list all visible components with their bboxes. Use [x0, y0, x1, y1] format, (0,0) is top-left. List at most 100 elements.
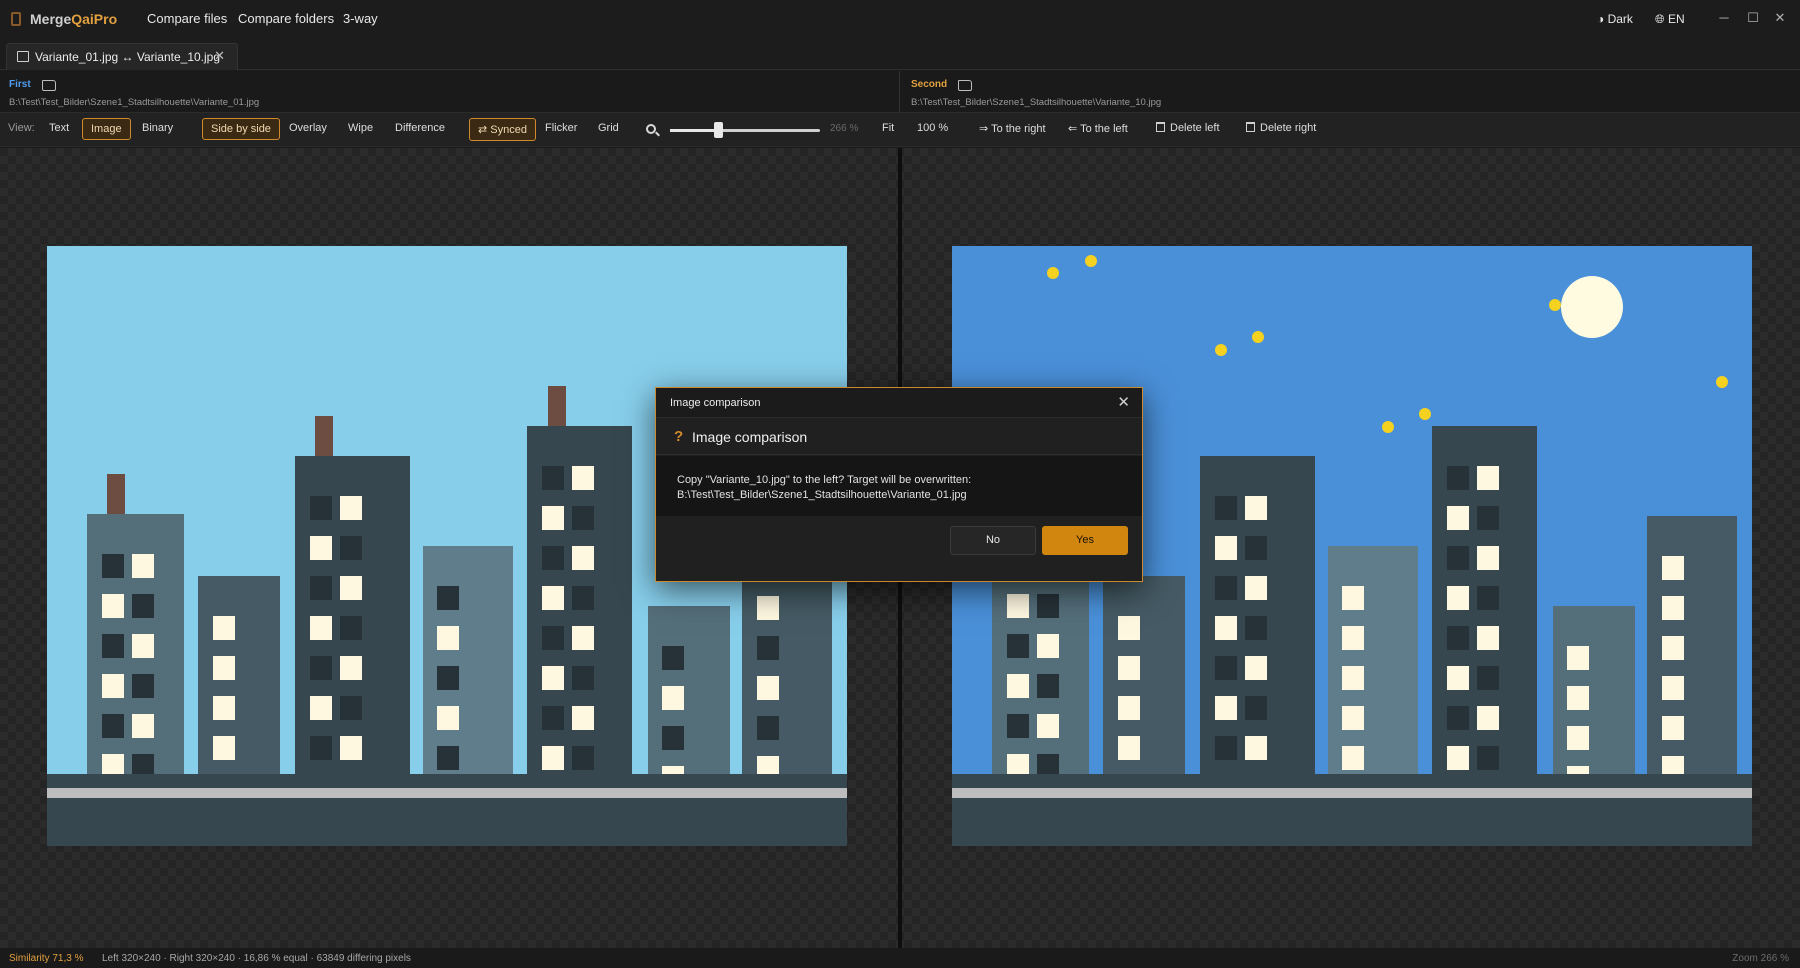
menu-compare-folders[interactable]: Compare folders — [238, 11, 334, 26]
building-window — [437, 586, 459, 610]
building-window — [1477, 586, 1499, 610]
building-window — [1037, 634, 1059, 658]
building-window — [102, 714, 124, 738]
building-window — [1342, 586, 1364, 610]
building-window — [1118, 656, 1140, 680]
status-bar: Similarity 71,3 % Left 320×240 · Right 3… — [0, 948, 1800, 968]
header-divider — [899, 71, 900, 113]
building-window — [572, 706, 594, 730]
copy-to-right-button[interactable]: ⇒ To the right — [979, 122, 1046, 135]
building-window — [1007, 674, 1029, 698]
delete-right-button[interactable]: Delete right — [1246, 122, 1316, 134]
building-window — [542, 466, 564, 490]
dialog-close-icon[interactable]: ✕ — [1117, 393, 1130, 411]
delete-right-label: Delete right — [1260, 122, 1317, 134]
zoom-status: Zoom 266 % — [1732, 953, 1789, 964]
copy-to-left-button[interactable]: ⇐ To the left — [1068, 122, 1128, 135]
building-window — [572, 586, 594, 610]
building-window — [1447, 506, 1469, 530]
building-window — [213, 736, 235, 760]
trash-icon — [1156, 122, 1165, 132]
building-window — [132, 674, 154, 698]
open-folder-icon[interactable] — [42, 80, 56, 91]
second-file-header: Second B:\Test\Test_Bilder\Szene1_Stadts… — [900, 71, 1800, 113]
no-button[interactable]: No — [950, 526, 1036, 555]
maximize-button[interactable]: ☐ — [1743, 8, 1763, 28]
yes-button[interactable]: Yes — [1042, 526, 1128, 555]
building-window — [1007, 594, 1029, 618]
flicker-button[interactable]: Flicker — [545, 122, 577, 134]
mode-text-button[interactable]: Text — [49, 122, 69, 134]
zoom-slider[interactable] — [670, 122, 820, 138]
image-comparison-dialog: Image comparison ✕ ? Image comparison Co… — [655, 387, 1143, 582]
window-close-button[interactable]: ✕ — [1770, 8, 1790, 28]
app-name: MergeQaiPro — [30, 11, 118, 27]
fit-button[interactable]: Fit — [882, 122, 894, 134]
building-window — [1662, 716, 1684, 740]
mode-binary-button[interactable]: Binary — [142, 122, 173, 134]
building-window — [1342, 706, 1364, 730]
language-selector[interactable]: 🌐︎ EN — [1655, 12, 1685, 27]
building-window — [1245, 736, 1267, 760]
menu-three-way[interactable]: 3-way — [343, 11, 378, 26]
first-path: B:\Test\Test_Bilder\Szene1_Stadtsilhouet… — [9, 97, 260, 108]
building-window — [340, 696, 362, 720]
building-window — [1477, 546, 1499, 570]
building-window — [310, 656, 332, 680]
synced-button[interactable]: ⇄ Synced — [469, 118, 536, 141]
zoom-percent-readout: 266 % — [830, 123, 859, 134]
building-window — [1342, 746, 1364, 770]
tab-close-icon[interactable]: ✕ — [214, 48, 225, 64]
comparison-tab[interactable]: Variante_01.jpg ↔ Variante_10.jpg ✕ — [6, 43, 238, 70]
building-window — [1567, 646, 1589, 670]
dialog-header: ? Image comparison — [656, 419, 1142, 455]
building-window — [340, 536, 362, 560]
building-window — [757, 716, 779, 740]
minimize-button[interactable]: ─ — [1714, 8, 1734, 28]
building-window — [1447, 466, 1469, 490]
building-window — [1447, 746, 1469, 770]
file-path-bar: First B:\Test\Test_Bilder\Szene1_Stadtsi… — [0, 71, 1800, 113]
menu-compare-files[interactable]: Compare files — [147, 11, 227, 26]
building-window — [1245, 536, 1267, 560]
grid-button[interactable]: Grid — [598, 122, 619, 134]
building-window — [437, 746, 459, 770]
delete-left-button[interactable]: Delete left — [1156, 122, 1220, 134]
building-window — [1447, 546, 1469, 570]
building-window — [1447, 626, 1469, 650]
building-window — [437, 666, 459, 690]
building-window — [572, 466, 594, 490]
building-window — [1215, 736, 1237, 760]
building-window — [1215, 536, 1237, 560]
side-by-side-button[interactable]: Side by side — [202, 118, 280, 140]
theme-label: Dark — [1607, 12, 1633, 26]
building-window — [102, 634, 124, 658]
similarity-status: Similarity 71,3 % — [9, 953, 84, 964]
building-window — [1662, 676, 1684, 700]
zoom-slider-thumb[interactable] — [714, 122, 723, 138]
building-window — [102, 594, 124, 618]
building-window — [1037, 674, 1059, 698]
contrast-icon: ◑ — [1597, 12, 1605, 26]
building-window — [1215, 616, 1237, 640]
building-window — [1477, 626, 1499, 650]
zoom-100-button[interactable]: 100 % — [917, 122, 948, 134]
building-window — [132, 554, 154, 578]
building-window — [572, 546, 594, 570]
building-window — [662, 686, 684, 710]
trash-icon — [1246, 122, 1255, 132]
building-window — [1447, 706, 1469, 730]
theme-toggle[interactable]: ◑ Dark — [1597, 12, 1633, 26]
building-window — [1215, 576, 1237, 600]
open-folder-icon[interactable] — [958, 80, 972, 91]
building-window — [1245, 576, 1267, 600]
building-window — [213, 616, 235, 640]
difference-button[interactable]: Difference — [395, 122, 445, 134]
building-window — [542, 506, 564, 530]
dialog-footer: No Yes — [656, 517, 1142, 583]
overlay-button[interactable]: Overlay — [289, 122, 327, 134]
mode-image-button[interactable]: Image — [82, 118, 131, 140]
building-window — [102, 674, 124, 698]
building-window — [1245, 656, 1267, 680]
wipe-button[interactable]: Wipe — [348, 122, 373, 134]
